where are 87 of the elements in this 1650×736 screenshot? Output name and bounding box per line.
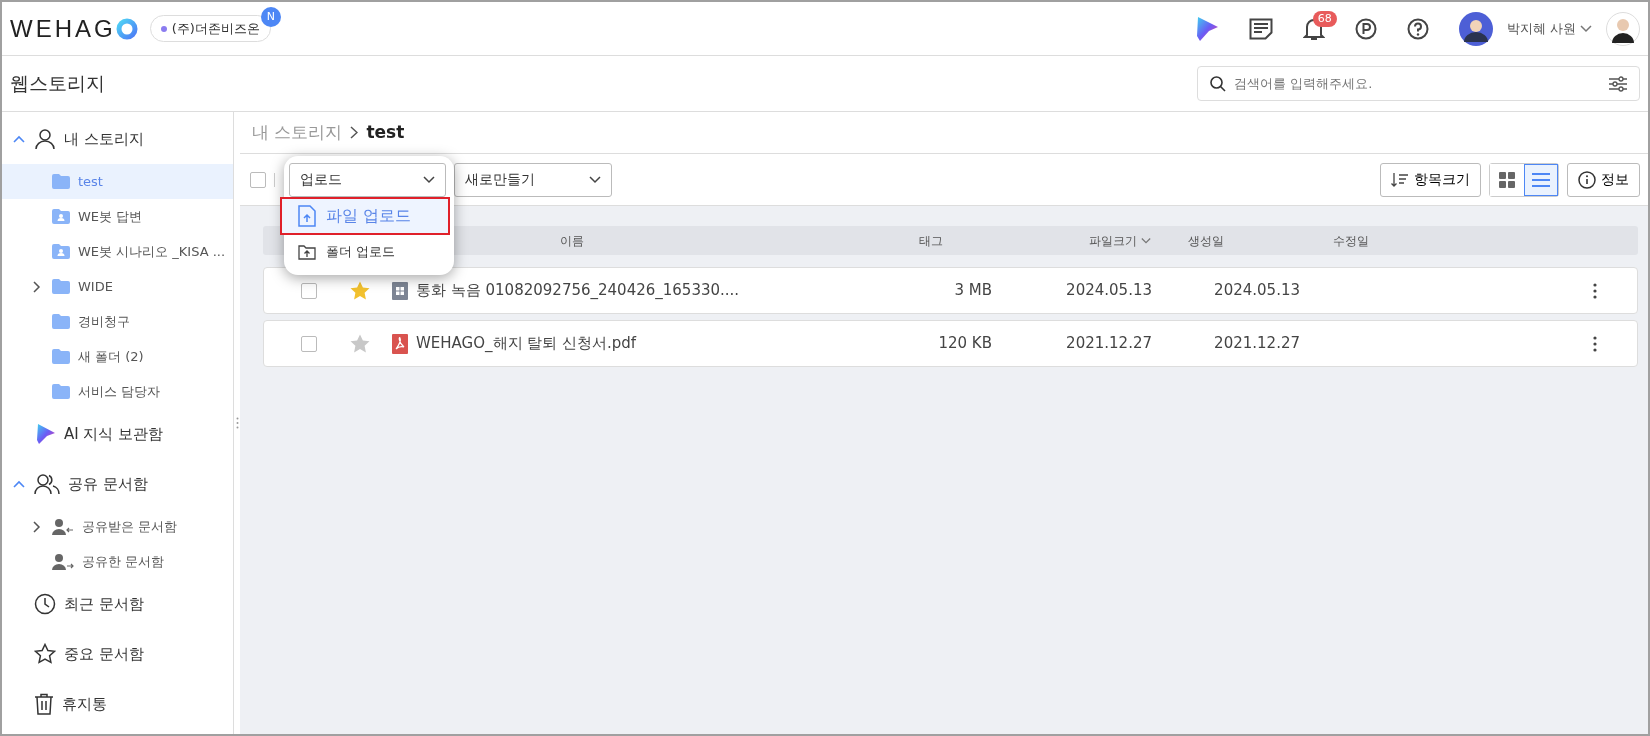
chevron-right-icon (33, 520, 41, 533)
folder-icon (52, 314, 70, 329)
user-menu[interactable]: 박지혜 사원 (1506, 18, 1592, 39)
chevron-down-icon (1141, 237, 1151, 245)
folder-item[interactable]: 경비청구 (2, 304, 233, 339)
sidebar-item[interactable]: 내 스토리지 (2, 114, 233, 164)
filter-settings-icon[interactable] (1609, 75, 1627, 92)
chevron-down-icon (423, 175, 435, 184)
sidebar-item[interactable]: 공유 문서함 (2, 459, 233, 509)
file-name[interactable]: WEHAGO_해지 탈퇴 신청서.pdf (416, 332, 637, 355)
new-dropdown[interactable]: 새로만들기 (454, 162, 612, 197)
table-cell-text: 120 KB (937, 333, 992, 355)
sidebar-item[interactable]: 최근 문서함 (2, 579, 233, 629)
avatar[interactable] (1606, 11, 1640, 46)
upload-dropdown[interactable]: 업로드 (289, 162, 446, 197)
file-row[interactable]: 통화 녹음 01082092756_240426_165330.... 3 MB 2024.05.13 2024.05.13 (263, 267, 1638, 314)
logo-ring-icon[interactable] (115, 17, 138, 40)
row-checkbox[interactable] (301, 282, 317, 299)
clock-icon (34, 593, 56, 615)
search-icon (1210, 75, 1226, 92)
file-name[interactable]: 통화 녹음 01082092756_240426_165330.... (416, 279, 740, 302)
table-cell-text: 2024.05.13 (1065, 280, 1152, 302)
table-cell-text: 2021.12.27 (1065, 333, 1152, 355)
list-view-button[interactable] (1524, 163, 1558, 196)
users-icon (34, 473, 60, 495)
breadcrumb-item: test (366, 120, 405, 144)
table-cell-text: 2024.05.13 (1213, 280, 1300, 302)
file-row[interactable]: WEHAGO_해지 탈퇴 신청서.pdf 120 KB 2021.12.27 2021.12.27 (263, 320, 1638, 367)
star-icon[interactable] (350, 334, 370, 353)
ai-logo-icon (34, 423, 56, 445)
shared-folder-icon (52, 244, 70, 259)
point-icon[interactable] (1354, 17, 1377, 40)
trash-icon (34, 693, 54, 715)
sidebar-item[interactable]: 휴지통 (2, 679, 233, 729)
column-header[interactable]: 태그 (861, 231, 1001, 250)
star-icon[interactable] (350, 281, 370, 300)
logo[interactable]: WEHAG (10, 10, 116, 47)
folder-item[interactable]: 새 폴더 (2) (2, 339, 233, 374)
info-button[interactable]: 정보 (1567, 162, 1640, 197)
chevron-down-icon (1580, 24, 1592, 33)
search-bar[interactable]: 검색어를 입력해주세요. (1197, 66, 1640, 101)
memo-icon[interactable] (1248, 17, 1273, 40)
folder-item[interactable]: WIDE (2, 269, 233, 304)
folder-item[interactable]: 공유받은 문서함 (2, 509, 233, 544)
notification-count: 68 (1312, 10, 1337, 27)
chevron-up-icon (13, 135, 25, 143)
star-icon (34, 643, 56, 665)
more-icon[interactable] (1593, 282, 1597, 299)
new-badge: N (260, 6, 281, 27)
more-icon[interactable] (1593, 335, 1597, 352)
help-icon[interactable] (1406, 17, 1429, 40)
chevron-right-icon (350, 126, 359, 139)
info-icon (1578, 170, 1596, 189)
resize-handle-icon[interactable] (235, 417, 239, 429)
shared-in-icon (52, 517, 74, 536)
sort-size-icon (1391, 171, 1409, 188)
chevron-down-icon (589, 175, 601, 184)
folder-item[interactable]: 공유한 문서함 (2, 544, 233, 579)
file-upload-icon (298, 204, 316, 227)
folder-item[interactable]: WE봇 답변 (2, 199, 233, 234)
row-checkbox[interactable] (301, 335, 317, 352)
app-title: 웹스토리지 (10, 71, 105, 97)
folder-icon (52, 174, 70, 189)
grid-icon (1499, 171, 1515, 188)
folder-upload-icon (298, 243, 316, 260)
sidebar-item[interactable]: 중요 문서함 (2, 629, 233, 679)
table-cell-text: 3 MB (953, 280, 992, 302)
column-header[interactable]: 생성일 (1151, 231, 1261, 250)
column-header[interactable]: 수정일 (1261, 231, 1441, 250)
menu-item[interactable]: 폴더 업로드 (284, 234, 454, 269)
chevron-up-icon (13, 480, 25, 488)
folder-item[interactable]: WE봇 시나리오 _KISA ... (2, 234, 233, 269)
avatar[interactable] (1458, 11, 1493, 46)
list-icon (1532, 172, 1550, 187)
select-all-checkbox[interactable] (250, 171, 266, 188)
user-icon (34, 128, 56, 150)
item-size-button[interactable]: 항목크기 (1380, 162, 1481, 197)
sidebar-item[interactable]: AI 지식 보관함 (2, 409, 233, 459)
folder-icon (52, 279, 70, 294)
table-cell-text: 2021.12.27 (1213, 333, 1300, 355)
shared-folder-icon (52, 209, 70, 224)
folder-item[interactable]: 서비스 담당자 (2, 374, 233, 409)
shared-out-icon (52, 552, 74, 571)
chevron-right-icon (33, 280, 41, 293)
column-header[interactable]: 파일크기 (1001, 231, 1151, 250)
folder-icon (52, 349, 70, 364)
folder-icon (52, 384, 70, 399)
